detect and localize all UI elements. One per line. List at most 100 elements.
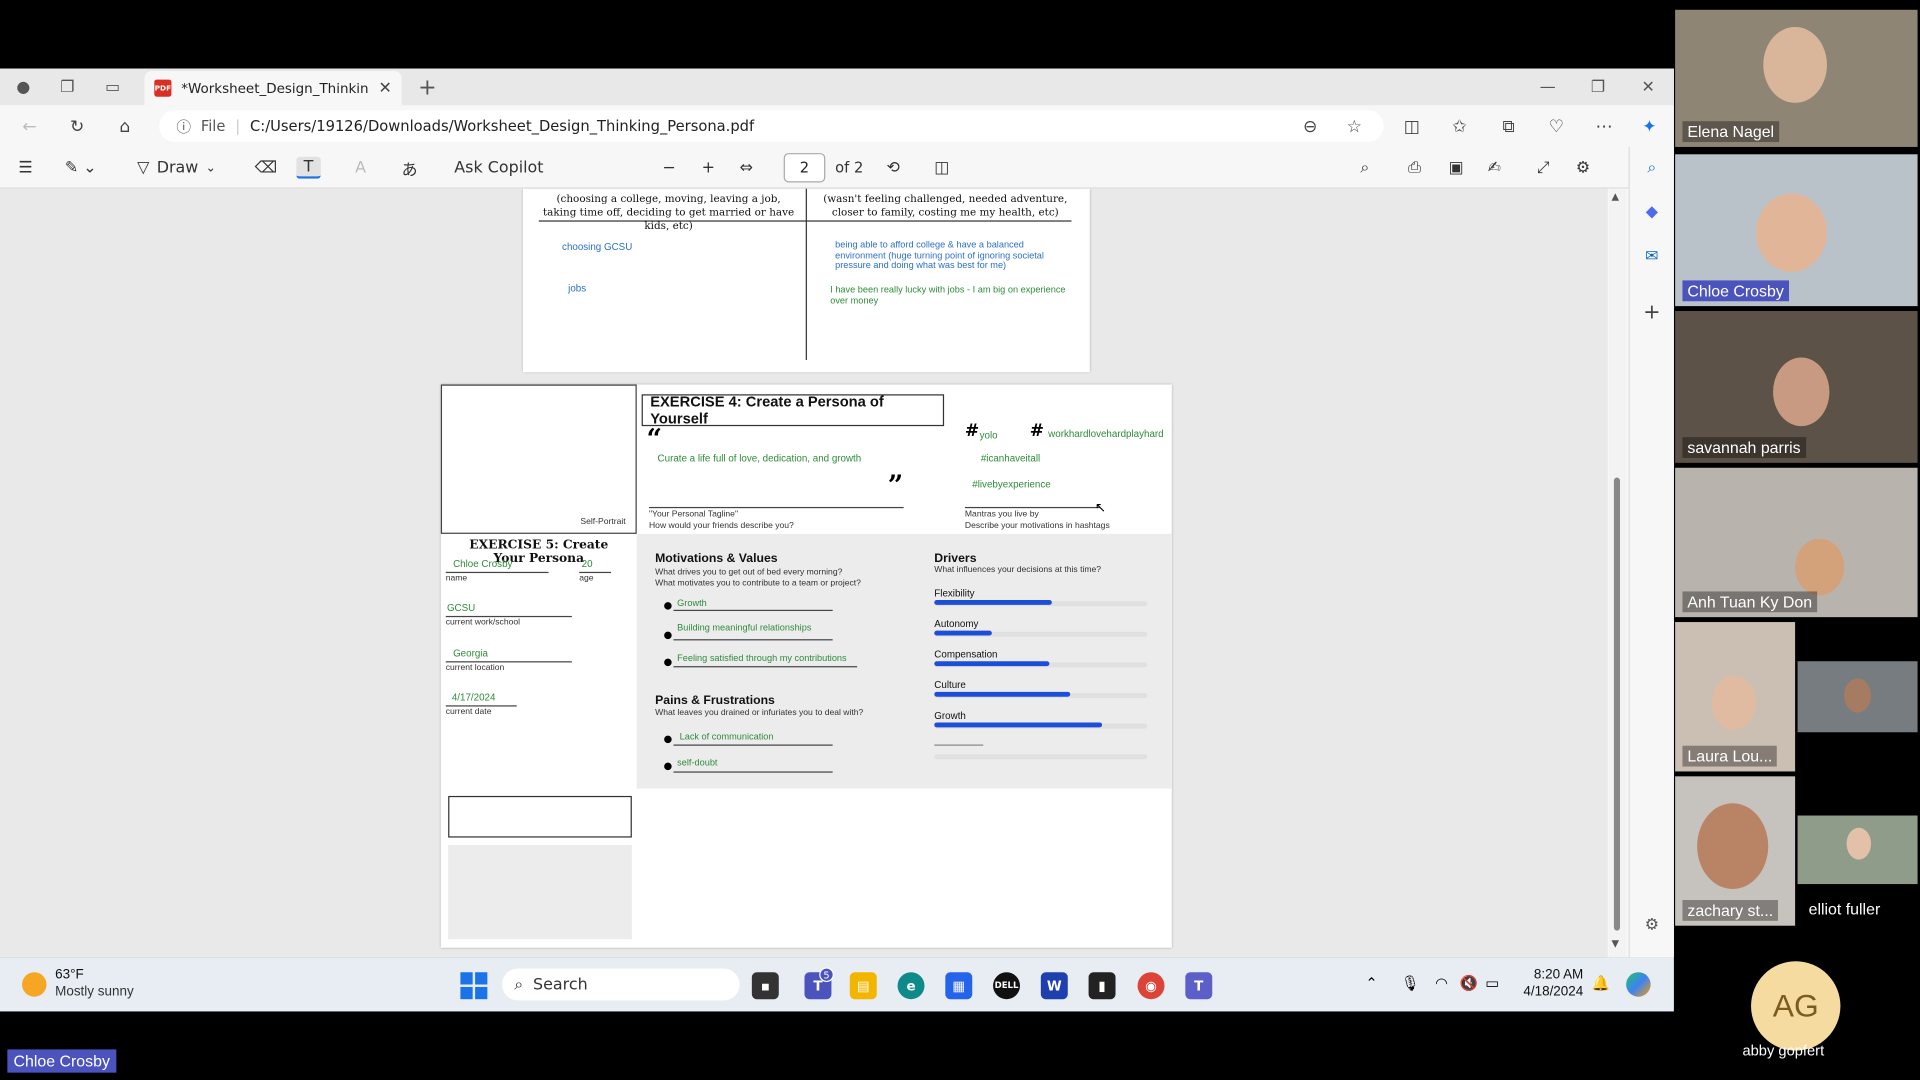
video-tile-savannah[interactable]: savannah parris — [1675, 311, 1918, 463]
pdf-viewer[interactable]: (choosing a college, moving, leaving a j… — [0, 188, 1608, 958]
copilot-taskbar-icon[interactable] — [1626, 972, 1651, 997]
rotate-icon[interactable]: ⟲ — [887, 157, 900, 179]
store-icon[interactable]: ▦ — [945, 972, 973, 1000]
scrollbar-thumb[interactable] — [1613, 477, 1621, 931]
wifi-icon[interactable]: ◠ — [1435, 975, 1448, 992]
close-quote-icon: ” — [887, 470, 904, 503]
tab-actions-icon[interactable]: ▭ — [103, 77, 123, 97]
start-icon[interactable] — [460, 972, 488, 1000]
weather-desc[interactable]: Mostly sunny — [55, 984, 134, 999]
more-icon[interactable]: ⋯ — [1593, 116, 1615, 138]
close-window-icon[interactable]: ✕ — [1638, 77, 1658, 97]
teams-new-icon[interactable]: T — [1185, 972, 1213, 1000]
name-value: Chloe Crosby — [453, 558, 513, 570]
video-tile-small[interactable] — [1797, 661, 1918, 733]
participant-face — [1697, 803, 1769, 889]
sidebar-settings-icon[interactable]: ⚙ — [1641, 913, 1663, 935]
tab-bar: ● ❐ ▭ PDF *Worksheet_Design_Thinking_Pe … — [0, 68, 1674, 106]
home-icon[interactable]: ⌂ — [114, 116, 136, 138]
extensions-icon[interactable]: ♡ — [1545, 116, 1567, 138]
workspaces-icon[interactable]: ❐ — [58, 77, 78, 97]
address-bar[interactable]: ⓘ File | C:/Users/19126/Downloads/Worksh… — [159, 110, 1384, 143]
notification-icon[interactable]: 🔔 — [1592, 975, 1610, 992]
microphone-icon[interactable]: 🎙 — [1401, 975, 1420, 992]
favorites-icon[interactable]: ✩ — [1449, 116, 1471, 138]
clock-time[interactable]: 8:20 AM — [1522, 967, 1583, 982]
video-tile-zachary[interactable]: zachary st... — [1675, 776, 1796, 926]
motivation-item: Building meaningful relationships — [677, 622, 812, 634]
battery-icon[interactable]: ▭ — [1485, 975, 1499, 992]
settings-icon[interactable]: ⚙ — [1576, 157, 1590, 179]
pdf-page-2: Self-Portrait EXERCISE 4: Create a Perso… — [440, 384, 1172, 948]
task-view-icon[interactable]: ▪ — [751, 972, 779, 1000]
draw-icon: ▽ — [137, 158, 150, 177]
chrome-icon[interactable]: ◉ — [1137, 972, 1165, 1000]
avatar[interactable]: AG — [1751, 961, 1841, 1051]
file-explorer-icon[interactable]: ▤ — [849, 972, 877, 1000]
new-tab-icon[interactable]: + — [418, 74, 438, 100]
pdf-scrollbar[interactable]: ▲ ▼ — [1608, 188, 1627, 958]
clock-date[interactable]: 4/18/2024 — [1515, 984, 1583, 999]
refresh-icon[interactable]: ↻ — [66, 116, 88, 138]
profile-icon[interactable]: ● — [13, 77, 33, 97]
tab-worksheet[interactable]: PDF *Worksheet_Design_Thinking_Pe ✕ — [144, 71, 402, 106]
save-icon[interactable]: ▣ — [1449, 157, 1464, 179]
dell-icon[interactable]: DELL — [993, 972, 1021, 1000]
self-portrait-label: Self-Portrait — [580, 517, 626, 527]
ask-copilot-button[interactable]: Ask Copilot — [454, 157, 543, 179]
tray-chevron-icon[interactable]: ⌃ — [1365, 975, 1377, 992]
draw-button[interactable]: ▽ Draw ⌄ — [137, 157, 216, 179]
page-number-input[interactable]: 2 — [783, 153, 826, 183]
webex-icon[interactable]: W — [1040, 972, 1068, 1000]
video-tile-laura[interactable]: Laura Lou... — [1675, 622, 1796, 772]
page-view-icon[interactable]: ◫ — [934, 157, 949, 179]
work-value: GCSU — [446, 602, 476, 614]
scroll-up-icon[interactable]: ▲ — [1611, 191, 1619, 202]
text-tool-icon[interactable]: T — [296, 156, 321, 179]
participant-name: savannah parris — [1682, 437, 1806, 458]
video-tile-elena[interactable]: Elena Nagel — [1675, 9, 1918, 147]
copilot-icon[interactable]: ✦ — [1638, 116, 1660, 138]
sidebar-outlook-icon[interactable]: ✉ — [1641, 245, 1663, 267]
video-tile-chloe[interactable]: Chloe Crosby — [1675, 154, 1918, 307]
age-value: 20 — [581, 558, 593, 570]
driver-level-bar — [934, 691, 1071, 697]
close-tab-icon[interactable]: ✕ — [378, 79, 391, 97]
find-icon[interactable]: ⌕ — [1360, 157, 1369, 179]
edge-icon[interactable]: e — [897, 972, 925, 1000]
minimize-icon[interactable]: — — [1538, 77, 1558, 97]
sidebar-search-icon[interactable]: ⌕ — [1641, 157, 1663, 179]
back-icon[interactable]: ← — [18, 116, 40, 138]
scroll-down-icon[interactable]: ▼ — [1611, 938, 1619, 949]
translate-icon[interactable]: あ — [402, 157, 418, 179]
participant-face — [1795, 538, 1845, 596]
highlight-icon[interactable]: ✎ ⌄ — [65, 157, 97, 179]
address-url[interactable]: C:/Users/19126/Downloads/Worksheet_Desig… — [250, 118, 754, 135]
weather-temp[interactable]: 63°F — [55, 967, 84, 982]
print-icon[interactable]: ⎙ — [1408, 157, 1421, 179]
info-icon[interactable]: ⓘ — [176, 116, 191, 137]
restore-icon[interactable]: ❐ — [1588, 77, 1608, 97]
zoom-in-icon[interactable]: + — [702, 157, 715, 179]
save-as-icon[interactable]: ✍ — [1488, 157, 1501, 179]
video-tile-elliot[interactable] — [1797, 815, 1918, 885]
motivation-item: Feeling satisfied through my contributio… — [677, 652, 847, 664]
fit-page-icon[interactable]: ⇔ — [740, 157, 753, 179]
sidebar-add-icon[interactable]: + — [1641, 300, 1663, 324]
eraser-icon[interactable]: ⌫ — [255, 157, 278, 179]
sidebar-copilot-icon[interactable]: ◆ — [1641, 201, 1663, 223]
zoom-out-icon[interactable]: − — [662, 157, 675, 179]
read-aloud-icon[interactable]: A — [355, 157, 366, 179]
video-tile-anh[interactable]: Anh Tuan Ky Don — [1675, 467, 1918, 618]
contents-icon[interactable]: ☰ — [18, 157, 32, 179]
date-value: 4/17/2024 — [451, 691, 496, 703]
favorite-star-icon[interactable]: ☆ — [1343, 116, 1365, 138]
zoom-icon[interactable]: ⊖ — [1299, 116, 1321, 138]
volume-muted-icon[interactable]: 🔇 — [1460, 975, 1478, 992]
fullscreen-icon[interactable]: ⤢ — [1537, 157, 1550, 179]
split-screen-icon[interactable]: ◫ — [1401, 116, 1423, 138]
sticky-notes-icon[interactable]: ▮ — [1088, 972, 1116, 1000]
weather-sun-icon[interactable] — [22, 972, 47, 997]
collections-icon[interactable]: ⧉ — [1498, 116, 1520, 138]
taskbar-search[interactable]: ⌕ Search — [502, 968, 740, 1001]
